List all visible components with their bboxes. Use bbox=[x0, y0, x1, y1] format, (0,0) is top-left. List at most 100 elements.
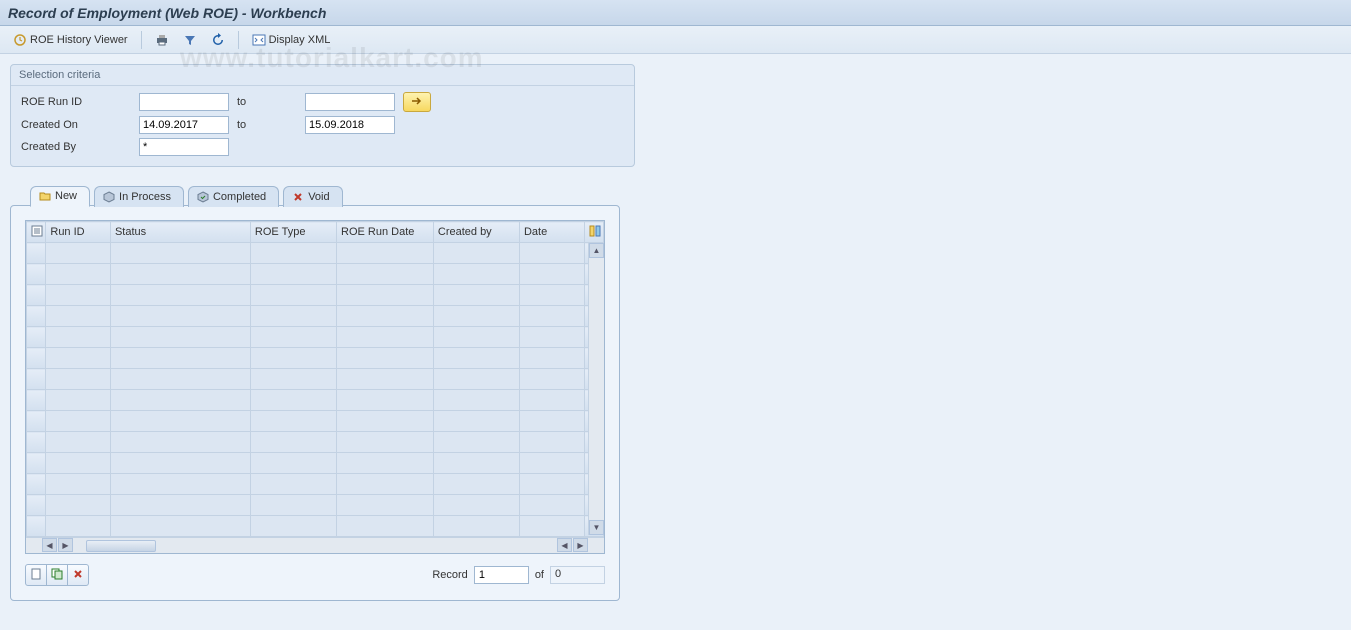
table-row[interactable] bbox=[27, 306, 604, 327]
created-on-to-input[interactable] bbox=[305, 116, 395, 134]
scroll-left-button[interactable]: ◀ bbox=[42, 538, 57, 552]
copy-button[interactable] bbox=[46, 564, 68, 586]
table-cell[interactable] bbox=[337, 243, 434, 264]
table-cell[interactable] bbox=[433, 243, 519, 264]
col-roe-run-date[interactable]: ROE Run Date bbox=[337, 222, 434, 243]
table-row[interactable] bbox=[27, 411, 604, 432]
create-button[interactable] bbox=[25, 564, 47, 586]
table-cell[interactable] bbox=[46, 495, 111, 516]
table-cell[interactable] bbox=[433, 495, 519, 516]
table-cell[interactable] bbox=[46, 285, 111, 306]
table-cell[interactable] bbox=[250, 348, 336, 369]
table-cell[interactable] bbox=[250, 327, 336, 348]
table-row[interactable] bbox=[27, 264, 604, 285]
vertical-scrollbar[interactable]: ▲ ▼ bbox=[588, 243, 604, 535]
table-cell[interactable] bbox=[433, 453, 519, 474]
table-cell[interactable] bbox=[337, 516, 434, 537]
created-by-input[interactable] bbox=[139, 138, 229, 156]
row-selector[interactable] bbox=[27, 264, 46, 285]
table-cell[interactable] bbox=[337, 474, 434, 495]
table-cell[interactable] bbox=[433, 432, 519, 453]
row-selector[interactable] bbox=[27, 474, 46, 495]
table-cell[interactable] bbox=[519, 453, 584, 474]
table-cell[interactable] bbox=[433, 327, 519, 348]
table-row[interactable] bbox=[27, 453, 604, 474]
table-cell[interactable] bbox=[519, 285, 584, 306]
scroll-right-end-button[interactable]: ▶ bbox=[573, 538, 588, 552]
scroll-up-button[interactable]: ▲ bbox=[589, 243, 604, 258]
table-cell[interactable] bbox=[519, 348, 584, 369]
table-cell[interactable] bbox=[250, 285, 336, 306]
table-row[interactable] bbox=[27, 432, 604, 453]
table-cell[interactable] bbox=[337, 285, 434, 306]
table-cell[interactable] bbox=[337, 327, 434, 348]
table-cell[interactable] bbox=[250, 306, 336, 327]
table-cell[interactable] bbox=[110, 474, 250, 495]
table-cell[interactable] bbox=[46, 264, 111, 285]
multiple-selection-button[interactable] bbox=[403, 92, 431, 112]
table-cell[interactable] bbox=[433, 411, 519, 432]
table-cell[interactable] bbox=[250, 411, 336, 432]
table-row[interactable] bbox=[27, 285, 604, 306]
display-xml-button[interactable]: Display XML bbox=[247, 30, 336, 50]
table-row[interactable] bbox=[27, 474, 604, 495]
record-number-input[interactable] bbox=[474, 566, 529, 584]
table-cell[interactable] bbox=[433, 348, 519, 369]
row-selector[interactable] bbox=[27, 453, 46, 474]
table-cell[interactable] bbox=[46, 453, 111, 474]
table-cell[interactable] bbox=[250, 264, 336, 285]
table-cell[interactable] bbox=[433, 264, 519, 285]
table-cell[interactable] bbox=[110, 453, 250, 474]
table-cell[interactable] bbox=[337, 390, 434, 411]
table-cell[interactable] bbox=[250, 432, 336, 453]
row-selector[interactable] bbox=[27, 243, 46, 264]
select-all-header[interactable] bbox=[27, 222, 46, 243]
created-on-from-input[interactable] bbox=[139, 116, 229, 134]
table-cell[interactable] bbox=[519, 306, 584, 327]
run-id-from-input[interactable] bbox=[139, 93, 229, 111]
col-created-by[interactable]: Created by bbox=[433, 222, 519, 243]
tab-new[interactable]: New bbox=[30, 186, 90, 207]
table-cell[interactable] bbox=[337, 348, 434, 369]
refresh-button[interactable] bbox=[206, 30, 230, 50]
table-row[interactable] bbox=[27, 516, 604, 537]
table-cell[interactable] bbox=[519, 390, 584, 411]
tab-void[interactable]: Void bbox=[283, 186, 342, 207]
table-cell[interactable] bbox=[250, 453, 336, 474]
table-cell[interactable] bbox=[46, 432, 111, 453]
row-selector[interactable] bbox=[27, 411, 46, 432]
table-cell[interactable] bbox=[337, 453, 434, 474]
row-selector[interactable] bbox=[27, 495, 46, 516]
row-selector[interactable] bbox=[27, 432, 46, 453]
scroll-left-end-button[interactable]: ◀ bbox=[557, 538, 572, 552]
col-roe-type[interactable]: ROE Type bbox=[250, 222, 336, 243]
table-row[interactable] bbox=[27, 327, 604, 348]
row-selector[interactable] bbox=[27, 285, 46, 306]
table-cell[interactable] bbox=[110, 411, 250, 432]
run-id-to-input[interactable] bbox=[305, 93, 395, 111]
table-cell[interactable] bbox=[337, 411, 434, 432]
table-cell[interactable] bbox=[519, 516, 584, 537]
scroll-right-button[interactable]: ▶ bbox=[58, 538, 73, 552]
table-cell[interactable] bbox=[46, 306, 111, 327]
table-cell[interactable] bbox=[250, 390, 336, 411]
table-row[interactable] bbox=[27, 495, 604, 516]
table-cell[interactable] bbox=[337, 432, 434, 453]
row-selector[interactable] bbox=[27, 348, 46, 369]
table-cell[interactable] bbox=[519, 264, 584, 285]
table-cell[interactable] bbox=[110, 306, 250, 327]
table-cell[interactable] bbox=[433, 369, 519, 390]
table-cell[interactable] bbox=[110, 285, 250, 306]
table-cell[interactable] bbox=[433, 390, 519, 411]
table-cell[interactable] bbox=[110, 348, 250, 369]
row-selector[interactable] bbox=[27, 306, 46, 327]
table-cell[interactable] bbox=[519, 474, 584, 495]
table-cell[interactable] bbox=[519, 432, 584, 453]
table-row[interactable] bbox=[27, 348, 604, 369]
table-cell[interactable] bbox=[110, 516, 250, 537]
table-row[interactable] bbox=[27, 369, 604, 390]
table-cell[interactable] bbox=[110, 495, 250, 516]
roe-history-viewer-button[interactable]: ROE History Viewer bbox=[8, 30, 133, 50]
table-cell[interactable] bbox=[433, 285, 519, 306]
table-cell[interactable] bbox=[46, 390, 111, 411]
